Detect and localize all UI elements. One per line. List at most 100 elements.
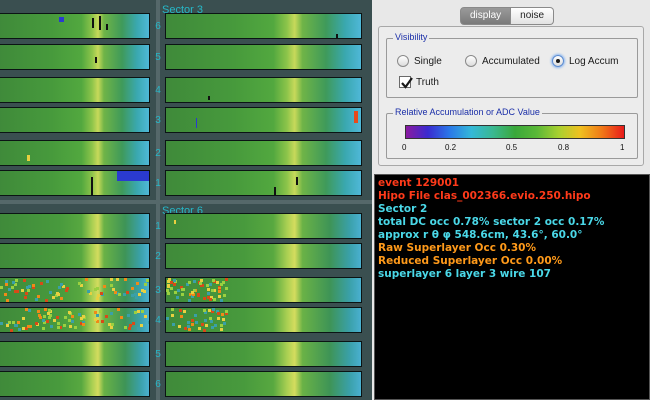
hit-mark (211, 289, 214, 292)
radio-log-accum-label: Log Accum (569, 55, 619, 67)
superlayer-strip[interactable] (0, 44, 150, 70)
hit-mark (173, 279, 176, 282)
truth-checkbox[interactable]: Truth (399, 76, 439, 89)
hit-mark (204, 319, 207, 322)
hit-mark (148, 321, 149, 324)
hit-mark (191, 319, 194, 322)
superlayer-strip[interactable] (165, 107, 362, 133)
hit-mark (24, 296, 27, 299)
hit-mark (137, 310, 140, 313)
hit-mark (167, 292, 170, 295)
drift-chamber-view[interactable]: Sector 3 Sector 6 654321123456 (0, 0, 372, 400)
superlayer-strip[interactable] (0, 140, 150, 166)
colorscale-group: Relative Accumulation or ADC Value 0 0.2… (386, 107, 638, 159)
hit-mark (296, 177, 298, 185)
hit-mark (82, 323, 85, 326)
hit-mark (68, 311, 71, 314)
tab-noise[interactable]: noise (511, 7, 555, 25)
superlayer-strip[interactable] (165, 77, 362, 103)
hit-mark (174, 220, 176, 224)
superlayer-strip[interactable] (165, 243, 362, 269)
hit-mark (27, 155, 30, 161)
hit-mark (124, 326, 127, 329)
hit-mark (32, 284, 35, 287)
hit-mark (191, 291, 194, 294)
hit-mark (166, 289, 169, 292)
hit-mark (179, 309, 182, 312)
superlayer-strip[interactable] (0, 13, 150, 39)
hit-mark (217, 317, 220, 320)
hit-mark (99, 310, 102, 313)
radio-single[interactable]: Single (397, 55, 442, 67)
hit-mark (129, 324, 132, 327)
superlayer-strip[interactable] (0, 77, 150, 103)
hit-mark (6, 324, 9, 327)
hit-mark (171, 314, 174, 317)
superlayer-strip[interactable] (165, 277, 362, 303)
superlayer-strip[interactable] (165, 44, 362, 70)
hit-mark (144, 315, 147, 318)
hit-mark (45, 299, 48, 302)
hit-mark (57, 322, 60, 325)
hit-mark (205, 324, 208, 327)
superlayer-strip[interactable] (165, 140, 362, 166)
hit-mark (223, 322, 226, 325)
superlayer-strip[interactable] (0, 170, 150, 196)
hit-mark (21, 289, 24, 292)
superlayer-number: 6 (155, 21, 161, 32)
hit-mark (225, 310, 228, 313)
superlayer-strip[interactable] (165, 371, 362, 397)
colorscale-tick: 0.8 (558, 143, 570, 152)
hit-mark (59, 17, 64, 22)
hit-mark (96, 314, 99, 317)
radio-accumulated[interactable]: Accumulated (465, 55, 540, 67)
hit-mark (120, 316, 123, 319)
superlayer-strip[interactable] (165, 341, 362, 367)
hit-mark (181, 293, 184, 296)
superlayer-strip[interactable] (0, 307, 150, 333)
hit-mark (112, 288, 115, 291)
hit-mark (188, 328, 191, 331)
superlayer-strip[interactable] (165, 170, 362, 196)
hit-mark (131, 287, 134, 290)
superlayer-number: 5 (155, 349, 161, 360)
hit-mark (117, 171, 149, 181)
hit-mark (207, 288, 210, 291)
radio-log-accum-dot[interactable] (552, 55, 564, 67)
colorscale-tick: 0 (402, 143, 407, 152)
hit-mark (173, 283, 176, 286)
hit-mark (94, 311, 97, 314)
radio-log-accum[interactable]: Log Accum (552, 55, 618, 67)
hit-mark (16, 290, 19, 293)
superlayer-number: 1 (155, 221, 161, 232)
hit-mark (0, 286, 3, 289)
superlayer-strip[interactable] (0, 371, 150, 397)
hit-mark (43, 315, 46, 318)
hit-mark (18, 328, 21, 331)
superlayer-strip[interactable] (0, 243, 150, 269)
tab-display[interactable]: display (460, 7, 512, 25)
radio-accumulated-dot[interactable] (465, 55, 477, 67)
superlayer-strip[interactable] (165, 307, 362, 333)
hit-mark (47, 312, 50, 315)
hit-mark (126, 291, 129, 294)
hit-mark (10, 329, 13, 332)
checkmark-icon[interactable] (399, 76, 413, 89)
superlayer-strip[interactable] (0, 213, 150, 239)
colorscale-tick: 0.5 (506, 143, 518, 152)
hit-mark (177, 289, 180, 292)
radio-single-dot[interactable] (397, 55, 409, 67)
event-info-console: event 129001 Hipo File clas_002366.evio.… (374, 174, 650, 400)
hit-mark (184, 327, 187, 330)
superlayer-strip[interactable] (0, 341, 150, 367)
superlayer-strip[interactable] (0, 107, 150, 133)
hit-mark (87, 290, 90, 293)
hit-mark (143, 290, 146, 293)
hit-mark (188, 281, 191, 284)
hit-mark (96, 287, 99, 290)
superlayer-strip[interactable] (0, 277, 150, 303)
superlayer-strip[interactable] (165, 13, 362, 39)
hit-mark (118, 293, 121, 296)
superlayer-strip[interactable] (165, 213, 362, 239)
hit-mark (4, 293, 7, 296)
